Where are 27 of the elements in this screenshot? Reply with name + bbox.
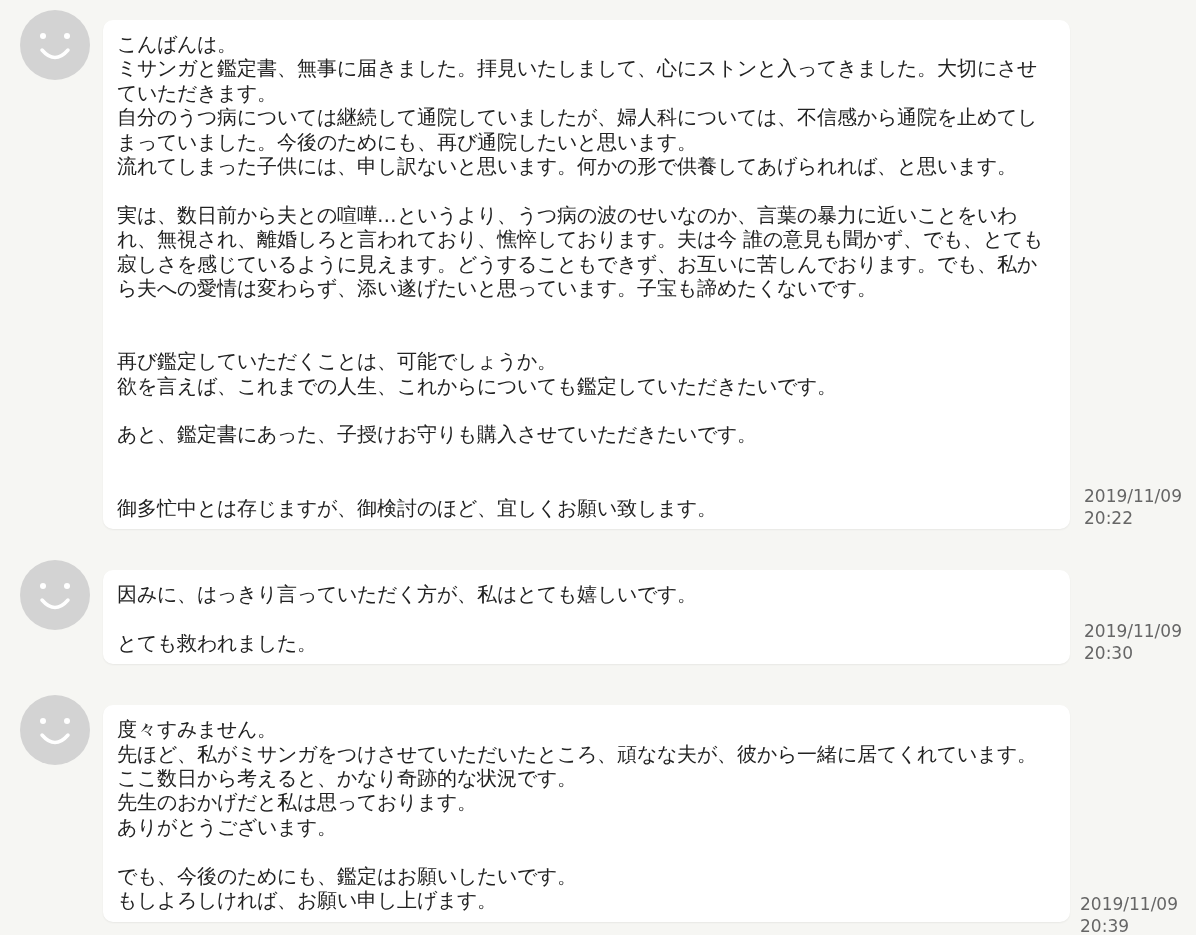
message-line: こんばんは。: [117, 33, 238, 58]
message-line: 度々すみません。: [117, 718, 278, 743]
message-time: 20:22: [1084, 507, 1134, 530]
message-line: 流れてしまった子供には、申し訳ないと思います。何かの形で供養してあげられれば、と思います。: [117, 155, 1018, 180]
message-time: 20:30: [1084, 642, 1134, 665]
message-line: あと、鑑定書にあった、子授けお守りも購入させていただきたいです。: [117, 423, 758, 448]
message-line: 再び鑑定していただくことは、可能でしょうか。: [117, 350, 558, 375]
message-line: 自分のうつ病については継続して通院していましたが、婦人科については、不信感から通院を止めてしまっていました。今後のためにも、再び通院したいと思います。: [117, 106, 1038, 156]
message-line: 先生のおかげだと私は思っております。: [117, 791, 478, 816]
message-line: とても救われました。: [117, 631, 318, 657]
message-line: 実は、数日前から夫との喧嘩…というより、うつ病の波のせいなのか、言葉の暴力に近いことをいわれ、無視され、離婚しろと言われており、憔悴しております。夫は今 誰の意見も聞かず、でも、とても寂しさを感じているように見えます。どうすることもできず、お互いに苦しんでおります。でも、私から夫への愛情は変わらず、添い遂げたいと思っています。子宝も諦めたくないです。: [117, 203, 1045, 302]
message-line: 欲を言えば、これまでの人生、これからについても鑑定していただきたいです。: [117, 374, 838, 400]
message-time: 20:39: [1080, 915, 1130, 935]
avatar-icon: [20, 695, 90, 766]
message-date: 2019/11/09: [1084, 485, 1182, 508]
message-date: 2019/11/09: [1080, 893, 1178, 915]
message-line: ミサンガと鑑定書、無事に届きました。拝見いたしまして、心にストンと入ってきました。大切にさせていただきます。: [117, 57, 1038, 107]
message-line: ここ数日から考えると、かなり奇跡的な状況です。: [117, 767, 578, 792]
message-line: でも、今後のためにも、鑑定はお願いしたいです。: [117, 864, 578, 890]
avatar-icon: [20, 560, 90, 631]
avatar-icon: [20, 10, 90, 80]
message-date: 2019/11/09: [1084, 620, 1182, 643]
message-line: もしよろしければ、お願い申し上げます。: [117, 889, 498, 914]
message-line: 先ほど、私がミサンガをつけさせていただいたところ、頑なな夫が、彼から一緒に居てくれています。: [117, 742, 1038, 768]
message-line: 因みに、はっきり言っていただく方が、私はとても嬉しいです。: [117, 583, 698, 608]
message-line: ありがとうございます。: [117, 815, 338, 841]
message-line: 御多忙中とは存じますが、御検討のほど、宜しくお願い致します。: [117, 496, 718, 522]
